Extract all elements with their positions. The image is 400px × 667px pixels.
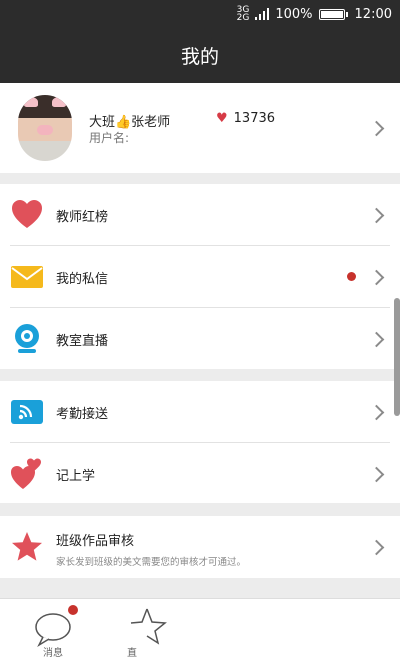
- notification-badge: [68, 605, 78, 615]
- avatar-ear-left: [24, 97, 38, 107]
- page-title: 我的: [180, 46, 219, 68]
- chevron-right-icon: [368, 539, 385, 556]
- menu-label: 考勤接送: [56, 407, 109, 422]
- clock: 12:00: [354, 6, 392, 22]
- battery-level: [320, 10, 343, 18]
- avatar[interactable]: [18, 95, 72, 161]
- unread-dot: [347, 272, 356, 281]
- chevron-right-icon: [368, 466, 385, 483]
- heart-icon: ♥: [216, 111, 228, 126]
- menu-item-private-messages[interactable]: 我的私信: [0, 246, 400, 307]
- profile-username-label: 用户名:: [89, 131, 130, 145]
- bottom-tab-bar: 消息 直: [0, 598, 400, 667]
- webcam-icon: [15, 324, 39, 353]
- menu-description: 家长发到班级的美文需要您的审核才可通过。: [56, 557, 247, 568]
- chevron-right-icon: [368, 269, 385, 286]
- menu-label: 教师红榜: [56, 210, 109, 225]
- menu-item-teacher-ranking[interactable]: 教师红榜: [0, 184, 400, 245]
- network-indicator: 3G 2G: [236, 6, 250, 23]
- avatar-pig-nose: [37, 125, 53, 135]
- menu-item-classroom-live[interactable]: 教室直播: [0, 308, 400, 369]
- menu-item-school-log[interactable]: 记上学: [0, 443, 400, 504]
- profile-card[interactable]: 大班👍张老师 用户名: ♥ 13736: [0, 83, 400, 173]
- menu-item-class-review[interactable]: 班级作品审核 家长发到班级的美文需要您的审核才可通过。: [0, 516, 400, 577]
- star-icon: [12, 532, 42, 561]
- rss-icon: [11, 400, 43, 424]
- menu-group-1: 教师红榜 我的私信 教室直播: [0, 184, 400, 369]
- menu-item-attendance[interactable]: 考勤接送: [0, 381, 400, 442]
- menu-group-2: 考勤接送 记上学: [0, 381, 400, 503]
- hearts-icon: [11, 458, 41, 489]
- scrollbar[interactable]: [394, 298, 400, 416]
- menu-label: 记上学: [56, 469, 96, 484]
- menu-label: 教室直播: [56, 334, 109, 349]
- chevron-right-icon: [368, 207, 385, 224]
- battery-percent: 100%: [275, 6, 313, 22]
- chevron-right-icon: [368, 404, 385, 421]
- envelope-icon: [11, 266, 43, 288]
- network-bottom-text: 2G: [236, 13, 250, 23]
- chevron-right-icon: [368, 331, 385, 348]
- likes-value: 13736: [233, 111, 276, 126]
- menu-label: 我的私信: [56, 272, 109, 287]
- menu-group-3: 班级作品审核 家长发到班级的美文需要您的审核才可通过。: [0, 516, 400, 578]
- avatar-ear-right: [52, 97, 66, 107]
- status-bar: 3G 2G 100% 12:00: [0, 0, 400, 28]
- tab-label: 消息: [43, 648, 63, 659]
- profile-name: 大班👍张老师: [89, 115, 171, 130]
- star-outline-icon: [130, 608, 167, 645]
- menu-label: 班级作品审核: [56, 534, 135, 549]
- heart-icon: [12, 200, 42, 228]
- chat-bubble-icon: [35, 613, 71, 647]
- signal-icon: [255, 8, 270, 20]
- battery-icon: [318, 8, 348, 20]
- tab-second[interactable]: 直: [112, 599, 182, 667]
- chevron-right-icon: [368, 120, 385, 137]
- likes-count: ♥ 13736: [216, 111, 275, 126]
- tab-messages[interactable]: 消息: [18, 599, 88, 667]
- tab-label: 直: [127, 648, 137, 659]
- page-header: 我的: [0, 28, 400, 83]
